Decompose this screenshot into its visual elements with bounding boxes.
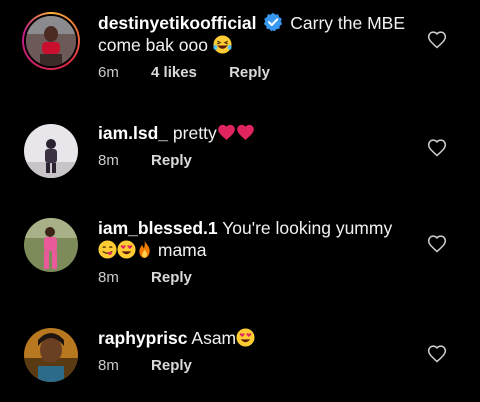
avatar[interactable] bbox=[22, 216, 80, 274]
comment-time: 6m bbox=[98, 64, 119, 81]
avatar-image bbox=[24, 218, 78, 272]
avatar-image bbox=[24, 328, 78, 382]
comment-text: iam_blessed.1 You're looking yummy mama bbox=[98, 217, 418, 261]
fire-icon bbox=[139, 240, 150, 258]
comment-username[interactable]: raphyprisc bbox=[98, 328, 187, 348]
comment-meta: 6m 4 likes Reply bbox=[98, 64, 298, 81]
avatar-image bbox=[26, 16, 76, 66]
grinning-squinting-face-icon bbox=[213, 35, 232, 54]
comment-item: destinyetikoofficial Carry the MBE come … bbox=[0, 0, 480, 100]
comment-body: Carry the MBE bbox=[290, 13, 406, 33]
comment-item: raphyprisc Asam 8m Reply bbox=[0, 310, 480, 402]
comment-body: Asam bbox=[191, 328, 237, 348]
comment-text: iam.lsd_ pretty bbox=[98, 122, 418, 144]
comment-text: destinyetikoofficial Carry the MBE come … bbox=[98, 12, 418, 56]
comment-meta: 8m Reply bbox=[98, 152, 220, 169]
avatar[interactable] bbox=[22, 326, 80, 384]
reply-button[interactable]: Reply bbox=[229, 64, 270, 81]
comment-time: 8m bbox=[98, 152, 119, 169]
comment-text: raphyprisc Asam bbox=[98, 327, 418, 349]
reply-button[interactable]: Reply bbox=[151, 152, 192, 169]
comment-body: pretty bbox=[172, 123, 217, 143]
comment-body-line2: mama bbox=[157, 240, 207, 260]
heart-eyes-face-icon bbox=[117, 240, 136, 259]
heart-outline-icon[interactable] bbox=[427, 30, 447, 50]
heart-eyes-face-icon bbox=[236, 328, 255, 347]
comment-username[interactable]: destinyetikoofficial bbox=[98, 13, 257, 33]
avatar-image bbox=[24, 124, 78, 178]
comment-time: 8m bbox=[98, 357, 119, 374]
red-heart-icon bbox=[236, 124, 254, 141]
comment-time: 8m bbox=[98, 269, 119, 286]
heart-outline-icon[interactable] bbox=[427, 344, 447, 364]
comment-username[interactable]: iam.lsd_ bbox=[98, 123, 168, 143]
face-savoring-food-icon bbox=[98, 240, 117, 259]
comment-body: You're looking yummy bbox=[222, 218, 393, 238]
comment-meta: 8m Reply bbox=[98, 357, 220, 374]
comment-meta: 8m Reply bbox=[98, 269, 220, 286]
reply-button[interactable]: Reply bbox=[151, 269, 192, 286]
avatar[interactable] bbox=[22, 12, 80, 70]
comment-body-line2: come bak ooo bbox=[98, 35, 208, 55]
reply-button[interactable]: Reply bbox=[151, 357, 192, 374]
heart-outline-icon[interactable] bbox=[427, 138, 447, 158]
red-heart-icon bbox=[217, 124, 235, 141]
comment-item: iam.lsd_ pretty 8m Reply bbox=[0, 100, 480, 200]
avatar[interactable] bbox=[22, 122, 80, 180]
comment-item: iam_blessed.1 You're looking yummy mama … bbox=[0, 200, 480, 310]
heart-outline-icon[interactable] bbox=[427, 234, 447, 254]
likes-count[interactable]: 4 likes bbox=[151, 64, 197, 81]
verified-badge-icon bbox=[264, 12, 283, 32]
comment-username[interactable]: iam_blessed.1 bbox=[98, 218, 218, 238]
